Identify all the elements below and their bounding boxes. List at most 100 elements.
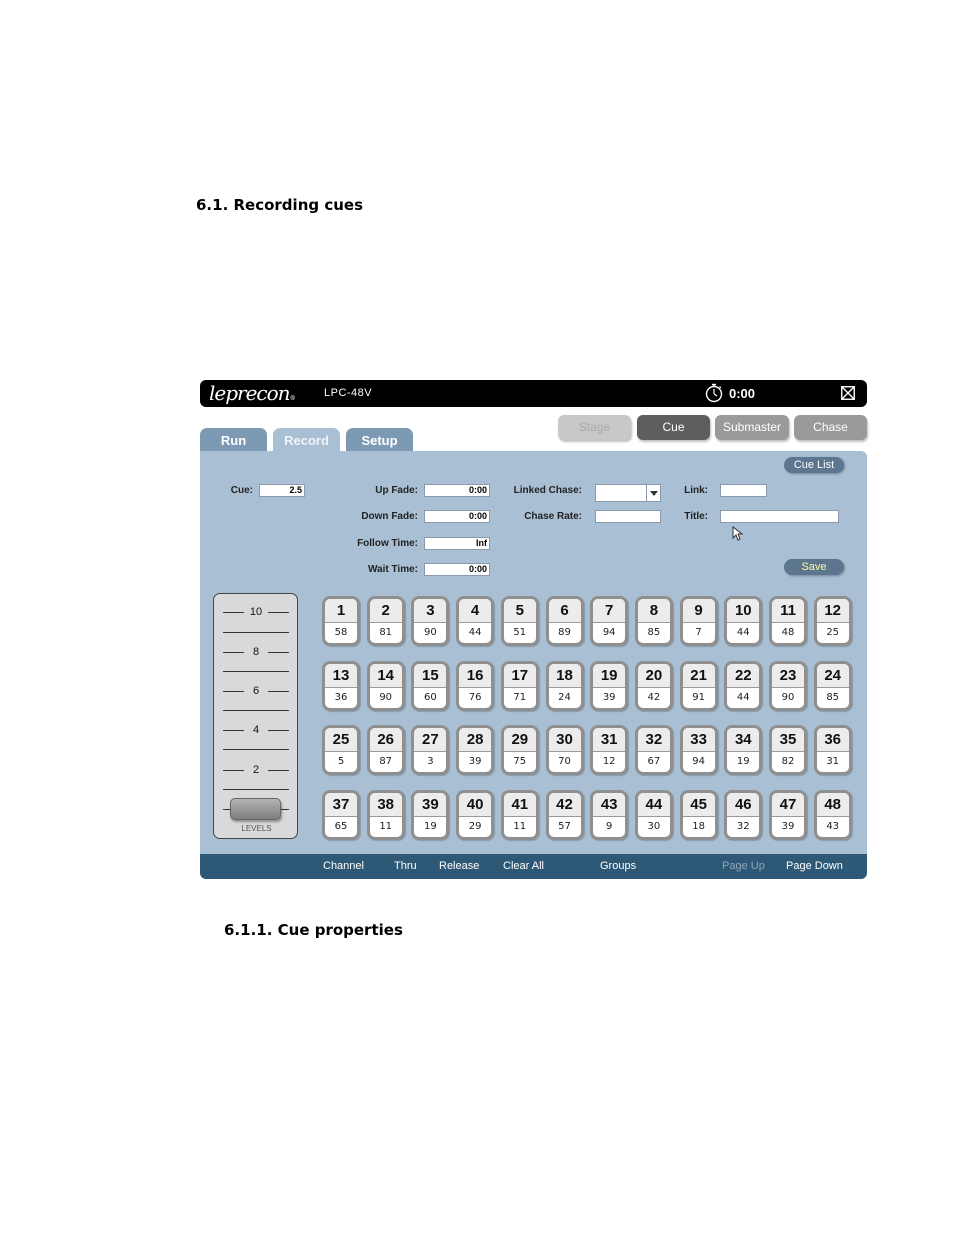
channel-button[interactable]: 4 44 <box>456 596 495 646</box>
channel-button[interactable]: 17 71 <box>500 660 539 711</box>
channel-button[interactable]: 31 12 <box>590 725 629 776</box>
channel-button[interactable]: 20 42 <box>634 660 673 711</box>
channel-button[interactable]: 45 18 <box>679 789 718 840</box>
up-fade-field[interactable]: 0:00 <box>424 484 490 497</box>
channel-button[interactable]: 48 43 <box>813 789 852 840</box>
channel-level: 36 <box>334 691 348 703</box>
channel-number: 13 <box>325 663 357 688</box>
link-label: Link: <box>684 485 708 496</box>
save-button[interactable]: Save <box>784 559 844 575</box>
stage-mode-button[interactable]: Stage <box>558 415 631 440</box>
channel-number: 22 <box>727 663 760 688</box>
thru-button[interactable]: Thru <box>394 860 417 872</box>
channel-button[interactable]: 30 70 <box>545 725 584 776</box>
channel-button[interactable]: 21 91 <box>679 660 718 711</box>
title-bar: leprecon® LPC-48V 0:00 <box>200 380 867 407</box>
channel-button[interactable]: 3 90 <box>411 596 450 646</box>
channel-button[interactable]: 43 9 <box>590 789 629 840</box>
link-field[interactable] <box>720 484 767 497</box>
channel-button[interactable]: 35 82 <box>769 725 807 776</box>
page-up-button[interactable]: Page Up <box>722 860 765 872</box>
channel-button[interactable]: 15 60 <box>411 660 450 711</box>
channel-button[interactable]: 2 81 <box>366 596 405 646</box>
channel-button[interactable]: 33 94 <box>679 725 718 776</box>
channel-button[interactable]: 29 75 <box>500 725 539 776</box>
channel-button[interactable]: 1 58 <box>322 596 360 646</box>
cue-number-field[interactable]: 2.5 <box>259 484 305 497</box>
wait-time-label: Wait Time: <box>367 564 418 575</box>
channel-button[interactable]: 8 85 <box>634 596 673 646</box>
channel-button[interactable]: 5 51 <box>500 596 539 646</box>
channel-button[interactable]: 10 44 <box>724 596 763 646</box>
channel-level: 91 <box>692 691 705 703</box>
channel-number: 21 <box>682 663 715 688</box>
linked-chase-dropdown[interactable] <box>595 484 661 502</box>
up-fade-label: Up Fade: <box>375 485 418 496</box>
channel-button[interactable]: 24 85 <box>813 660 852 711</box>
title-field[interactable] <box>720 510 839 523</box>
close-icon[interactable] <box>841 386 855 400</box>
channel-level: 81 <box>379 627 393 638</box>
tab-record[interactable]: Record <box>273 428 340 452</box>
channel-number: 3 <box>414 599 447 623</box>
channel-button[interactable]: 97 <box>679 596 718 646</box>
channel-button[interactable]: 39 19 <box>411 789 450 840</box>
channel-button[interactable]: Channel <box>323 860 364 872</box>
cue-list-button[interactable]: Cue List <box>784 457 844 473</box>
channel-number: 43 <box>593 792 626 817</box>
groups-button[interactable]: Groups <box>600 860 636 872</box>
channel-number: 44 <box>637 792 670 817</box>
channel-level: 39 <box>781 820 795 832</box>
fader-knob[interactable] <box>230 798 281 820</box>
channel-button[interactable]: 44 30 <box>634 789 673 840</box>
channel-button[interactable]: 42 57 <box>545 789 584 840</box>
channel-button[interactable]: 11 48 <box>769 596 807 646</box>
page-down-button[interactable]: Page Down <box>786 860 843 872</box>
channel-button[interactable]: 37 65 <box>322 789 360 840</box>
clear-all-button[interactable]: Clear All <box>503 860 544 872</box>
channel-button[interactable]: 12 25 <box>813 596 852 646</box>
follow-time-label: Follow Time: <box>357 538 418 549</box>
down-fade-field[interactable]: 0:00 <box>424 510 490 523</box>
channel-number: 7 <box>593 599 626 623</box>
channel-number: 6 <box>548 599 581 623</box>
channel-button[interactable]: 41 11 <box>500 789 539 840</box>
channel-level: 71 <box>513 691 527 703</box>
channel-button[interactable]: 13 36 <box>322 660 360 711</box>
channel-button[interactable]: 14 90 <box>366 660 405 711</box>
channel-button[interactable]: 25 5 <box>322 725 360 776</box>
channel-button[interactable]: 22 44 <box>724 660 763 711</box>
channel-button[interactable]: 46 32 <box>724 789 763 840</box>
logo-text: leprecon <box>209 381 291 405</box>
channel-button[interactable]: 6 89 <box>545 596 584 646</box>
follow-time-field[interactable]: Inf <box>424 537 490 550</box>
channel-button[interactable]: 7 94 <box>590 596 629 646</box>
channel-button[interactable]: 40 29 <box>456 789 495 840</box>
channel-button[interactable]: 38 11 <box>366 789 405 840</box>
levels-fader[interactable]: 10 8 6 4 2 LEVELS <box>213 593 298 839</box>
tab-run[interactable]: Run <box>200 428 267 452</box>
submaster-mode-button[interactable]: Submaster <box>715 415 789 440</box>
channel-button[interactable]: 32 67 <box>634 725 673 776</box>
fader-scale-label: 10 <box>244 606 268 618</box>
channel-button[interactable]: 47 39 <box>769 789 807 840</box>
channel-button[interactable]: 34 19 <box>724 725 763 776</box>
channel-button[interactable]: 18 24 <box>545 660 584 711</box>
channel-button[interactable]: 28 39 <box>456 725 495 776</box>
cue-mode-button[interactable]: Cue <box>637 415 710 440</box>
channel-button[interactable]: 23 90 <box>769 660 807 711</box>
release-button[interactable]: Release <box>439 860 479 872</box>
channel-button[interactable]: 27 3 <box>411 725 450 776</box>
channel-button[interactable]: 19 39 <box>590 660 629 711</box>
channel-button[interactable]: 36 31 <box>813 725 852 776</box>
channel-button[interactable]: 26 87 <box>366 725 405 776</box>
tab-setup[interactable]: Setup <box>346 428 413 452</box>
wait-time-field[interactable]: 0:00 <box>424 563 490 576</box>
fader-tick <box>223 789 289 790</box>
channel-number: 35 <box>772 728 804 753</box>
chase-mode-button[interactable]: Chase <box>794 415 867 440</box>
chevron-down-icon[interactable] <box>646 485 660 501</box>
chase-rate-field[interactable] <box>595 510 661 523</box>
channel-button[interactable]: 16 76 <box>456 660 495 711</box>
fader-scale-label: 6 <box>244 685 268 697</box>
